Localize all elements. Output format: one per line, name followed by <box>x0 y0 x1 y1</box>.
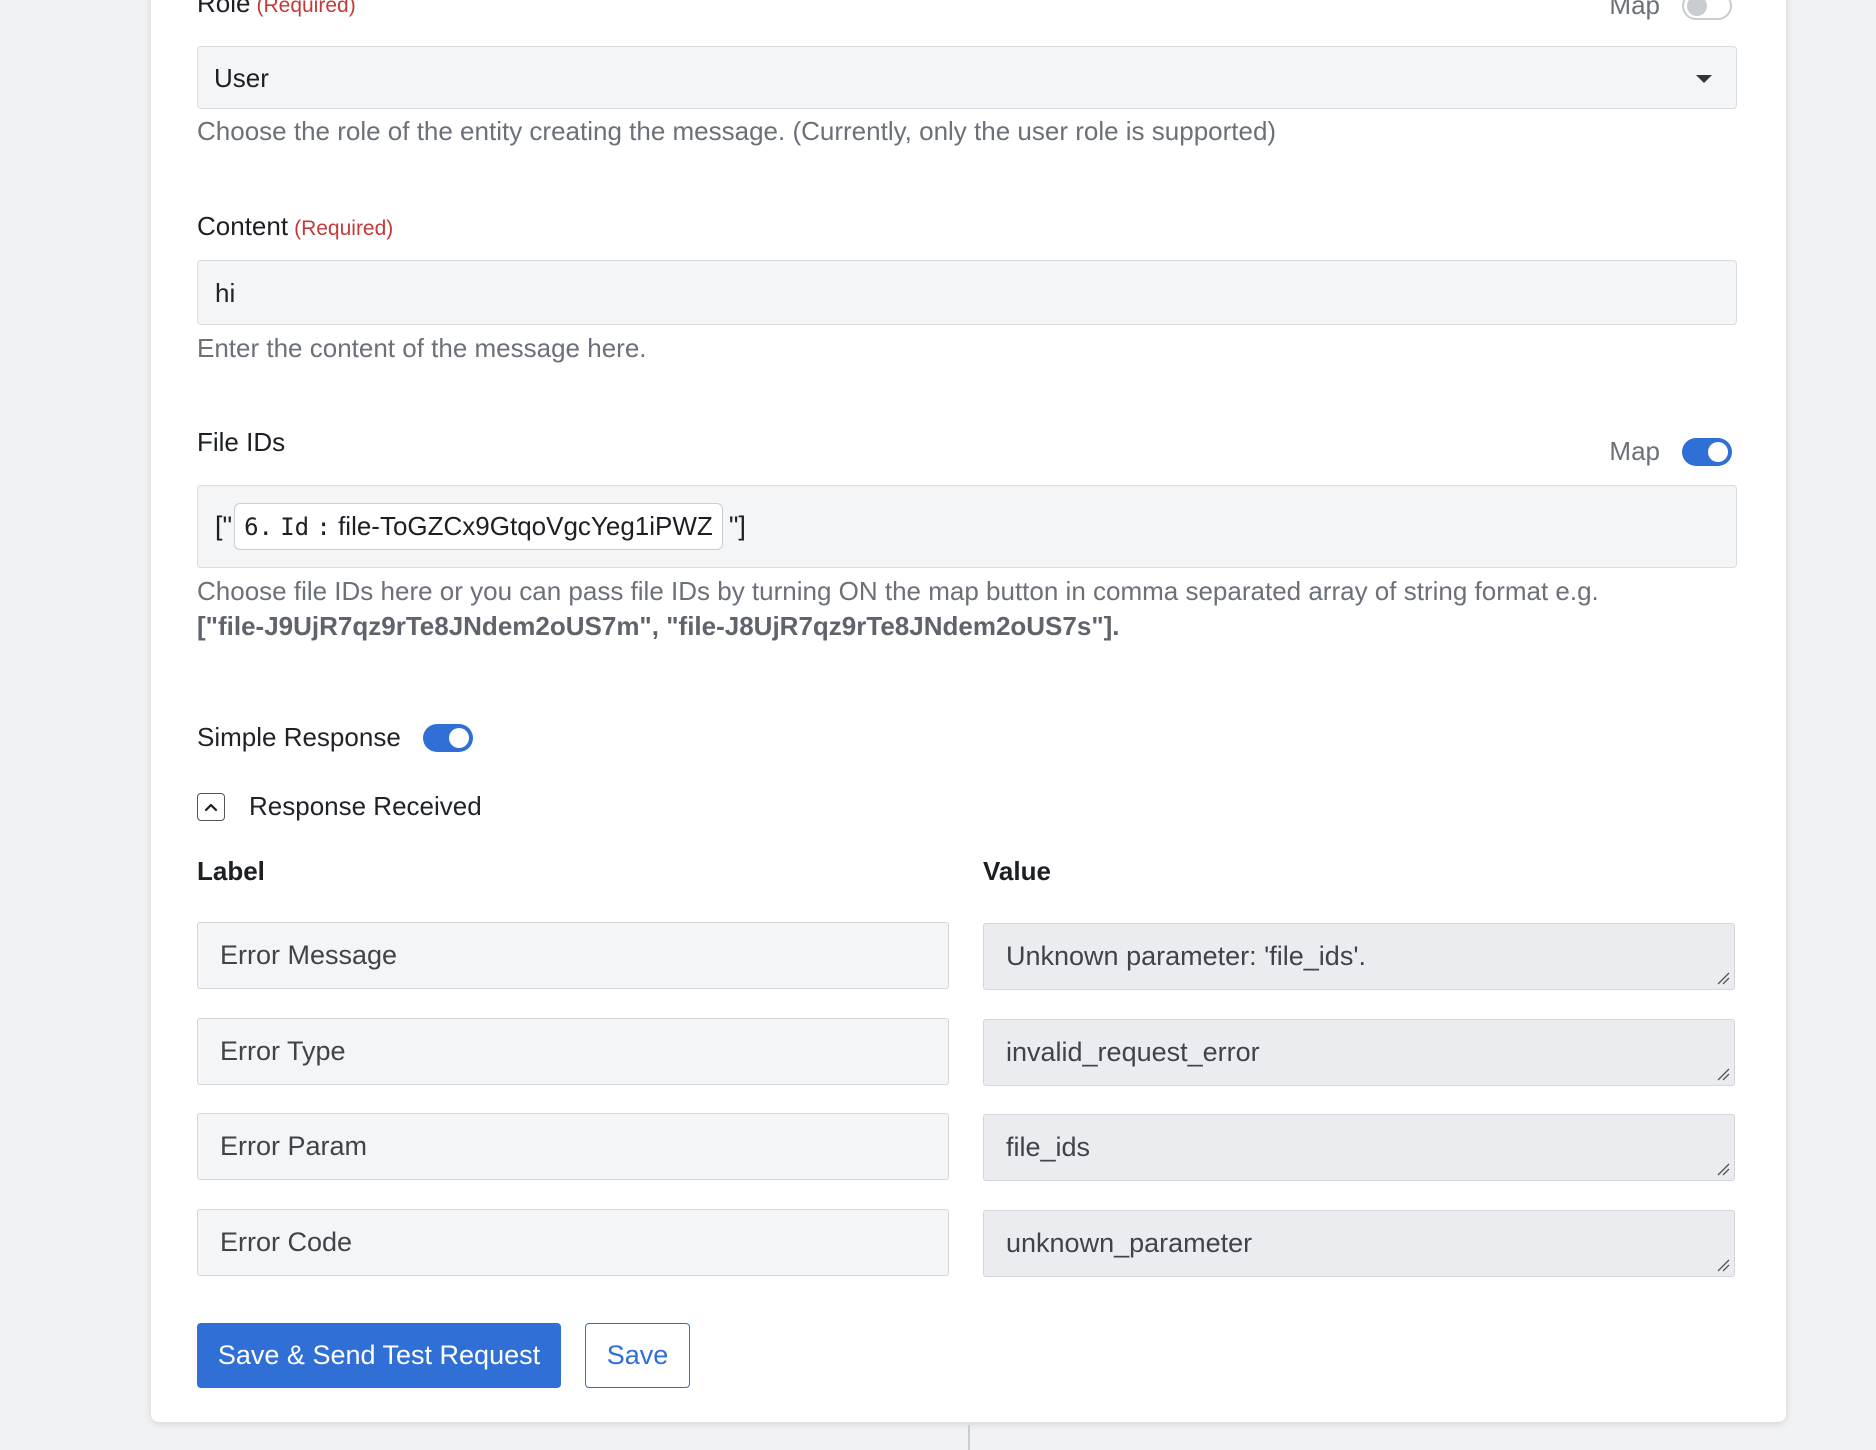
resize-grip-icon[interactable] <box>1716 1258 1730 1272</box>
response-row-value[interactable]: invalid_request_error <box>983 1019 1735 1086</box>
chip-index: 6. <box>244 513 273 541</box>
content-label-text: Content <box>197 211 289 241</box>
response-row-label: Error Message <box>197 922 949 989</box>
caret-down-icon <box>1696 75 1712 83</box>
simple-response-toggle[interactable] <box>422 723 473 752</box>
role-label-text: Role <box>197 0 251 18</box>
content-input[interactable]: hi <box>197 260 1737 325</box>
file-ids-help-text: Choose file IDs here or you can pass fil… <box>197 574 1737 644</box>
role-select-value: User <box>214 63 269 93</box>
file-ids-help-main: Choose file IDs here or you can pass fil… <box>197 576 1599 606</box>
response-received-header[interactable]: Response Received <box>197 791 482 822</box>
role-help-text: Choose the role of the entity creating t… <box>197 116 1277 146</box>
file-ids-input[interactable]: [" 6. Id : file-ToGZCx9GtqoVgcYeg1iPWZ "… <box>197 485 1737 568</box>
file-ids-map-toggle[interactable] <box>1682 437 1732 466</box>
resize-grip-icon[interactable] <box>1716 1067 1730 1081</box>
role-required-tag: (Required) <box>256 0 356 17</box>
role-field-label: Role (Required) <box>197 0 356 19</box>
save-and-send-test-button[interactable]: Save & Send Test Request <box>197 1323 561 1388</box>
content-help-text: Enter the content of the message here. <box>197 333 647 363</box>
role-map-label: Map <box>1609 0 1660 20</box>
response-row-value-text: unknown_parameter <box>1006 1228 1253 1258</box>
toggle-knob <box>448 727 469 748</box>
mapped-variable-chip[interactable]: 6. Id : file-ToGZCx9GtqoVgcYeg1iPWZ <box>234 503 723 550</box>
response-row-value-text: Unknown parameter: 'file_ids'. <box>1006 941 1366 971</box>
file-ids-map-label: Map <box>1609 436 1660 466</box>
file-ids-field-label: File IDs <box>197 427 286 457</box>
response-row-value[interactable]: file_ids <box>983 1114 1735 1181</box>
chevron-up-icon[interactable] <box>197 792 225 821</box>
chip-value: file-ToGZCx9GtqoVgcYeg1iPWZ <box>338 511 713 541</box>
value-column-header: Value <box>983 856 1051 886</box>
content-input-value: hi <box>215 278 236 308</box>
response-row-label: Error Type <box>197 1018 949 1085</box>
simple-response-control: Simple Response <box>197 722 473 753</box>
simple-response-label: Simple Response <box>197 722 401 752</box>
response-row-label-text: Error Code <box>220 1227 353 1257</box>
response-row-label-text: Error Message <box>220 940 398 970</box>
array-close-bracket: "] <box>728 511 746 541</box>
array-open-bracket: [" <box>215 511 233 541</box>
response-row-value[interactable]: Unknown parameter: 'file_ids'. <box>983 923 1735 990</box>
connector-line <box>968 1425 970 1450</box>
response-row-value[interactable]: unknown_parameter <box>983 1210 1735 1277</box>
response-row-value-text: invalid_request_error <box>1006 1037 1260 1067</box>
response-received-title: Response Received <box>249 791 482 821</box>
response-row-label-text: Error Param <box>220 1131 368 1161</box>
toggle-knob <box>1687 0 1707 16</box>
response-row-value-text: file_ids <box>1006 1132 1091 1162</box>
file-ids-map-control: Map <box>1609 436 1732 467</box>
label-column-header: Label <box>197 856 265 886</box>
resize-grip-icon[interactable] <box>1716 1162 1730 1176</box>
chip-key: Id <box>280 513 310 541</box>
resize-grip-icon[interactable] <box>1716 971 1730 985</box>
chevron-up-glyph <box>204 803 218 811</box>
response-row-label: Error Code <box>197 1209 949 1276</box>
role-select[interactable]: User <box>197 46 1737 109</box>
response-row-label: Error Param <box>197 1113 949 1180</box>
save-button[interactable]: Save <box>585 1323 690 1388</box>
response-row-label-text: Error Type <box>220 1036 346 1066</box>
role-map-control: Map <box>1609 0 1732 21</box>
role-map-toggle[interactable] <box>1682 0 1732 20</box>
toggle-knob <box>1708 441 1728 462</box>
content-field-label: Content (Required) <box>197 211 393 242</box>
file-ids-help-example: ["file-J9UjR7qz9rTe8JNdem2oUS7m", "file-… <box>197 611 1120 641</box>
content-required-tag: (Required) <box>294 217 394 240</box>
chip-separator: : <box>316 513 331 541</box>
